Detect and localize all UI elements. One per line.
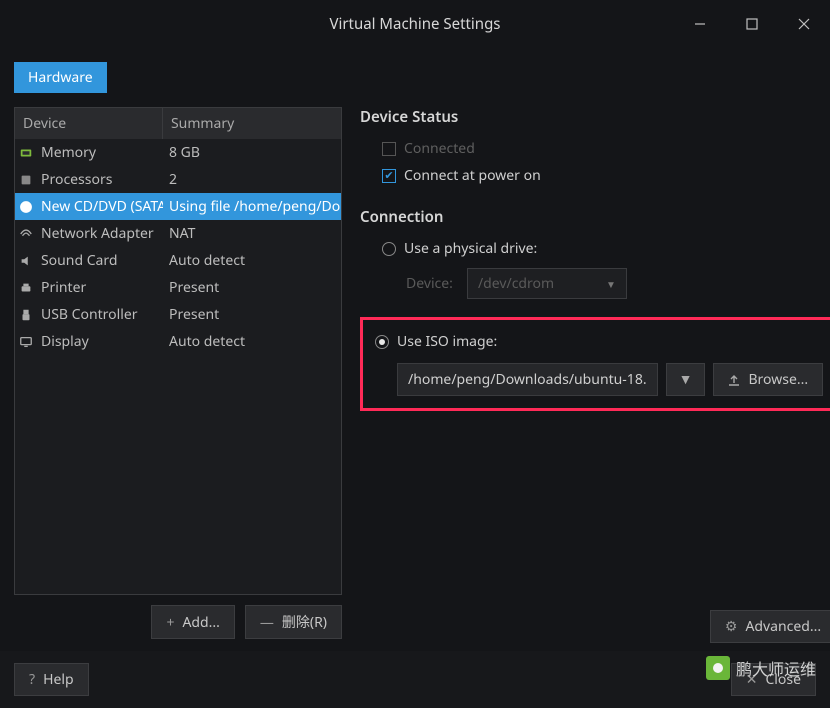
iso-path-dropdown[interactable]: ▼ (666, 363, 706, 396)
disc-icon (15, 200, 37, 214)
device-name: Network Adapter (37, 224, 163, 243)
device-row[interactable]: Memory8 GB (15, 139, 341, 166)
hardware-list-panel: Device Summary Memory8 GBProcessors2New … (14, 107, 342, 639)
content: Device Summary Memory8 GBProcessors2New … (0, 93, 830, 653)
device-row[interactable]: Network AdapterNAT (15, 220, 341, 247)
device-status-title: Device Status (360, 107, 830, 127)
remove-button[interactable]: — 删除(R) (245, 605, 342, 639)
device-row[interactable]: New CD/DVD (SATA)Using file /home/peng/D… (15, 193, 341, 220)
add-button-label: Add... (182, 613, 219, 632)
tab-hardware[interactable]: Hardware (14, 62, 107, 93)
window-title: Virtual Machine Settings (329, 14, 500, 34)
net-icon (15, 227, 37, 241)
help-button[interactable]: ? Help (14, 663, 89, 696)
iso-label: Use ISO image: (397, 332, 497, 351)
add-button[interactable]: + Add... (151, 605, 234, 639)
connected-row: Connected (360, 135, 830, 162)
table-header: Device Summary (15, 108, 341, 139)
close-icon (798, 18, 810, 30)
physical-drive-radio[interactable] (382, 242, 396, 256)
connection-section: Connection Use a physical drive: Device:… (360, 207, 830, 411)
device-summary: NAT (163, 224, 341, 243)
iso-path-input[interactable]: /home/peng/Downloads/ubuntu-18. (397, 363, 658, 396)
titlebar: Virtual Machine Settings (0, 0, 830, 48)
connect-power-label: Connect at power on (404, 166, 541, 185)
device-name: Sound Card (37, 251, 163, 270)
connect-power-row[interactable]: Connect at power on (360, 162, 830, 189)
help-icon: ? (29, 670, 35, 689)
iso-input-row: /home/peng/Downloads/ubuntu-18. ▼ Browse… (373, 355, 823, 396)
physical-device-dropdown: /dev/cdrom ▼ (467, 268, 627, 299)
physical-device-label: Device: (406, 274, 453, 293)
header-device[interactable]: Device (15, 108, 163, 139)
tab-row: Hardware (0, 48, 830, 93)
minimize-icon (694, 18, 706, 30)
cpu-icon (15, 173, 37, 187)
dialog-footer: ? Help ✕ Close (0, 651, 830, 708)
connected-label: Connected (404, 139, 475, 158)
device-summary: Present (163, 278, 341, 297)
device-row[interactable]: DisplayAuto detect (15, 328, 341, 355)
physical-drive-label: Use a physical drive: (404, 239, 537, 258)
table-actions: + Add... — 删除(R) (14, 605, 342, 639)
device-row[interactable]: USB ControllerPresent (15, 301, 341, 328)
connected-checkbox (382, 142, 396, 156)
device-summary: Auto detect (163, 332, 341, 351)
close-button[interactable]: ✕ Close (731, 663, 816, 696)
physical-device-subrow: Device: /dev/cdrom ▼ (360, 262, 830, 305)
device-summary: Using file /home/peng/Do (163, 197, 341, 216)
device-summary: 8 GB (163, 143, 341, 162)
device-row[interactable]: Processors2 (15, 166, 341, 193)
connect-power-checkbox[interactable] (382, 169, 396, 183)
device-name: Processors (37, 170, 163, 189)
browse-button[interactable]: Browse... (713, 363, 823, 396)
device-row[interactable]: Sound CardAuto detect (15, 247, 341, 274)
display-icon (15, 335, 37, 349)
upload-icon (728, 374, 740, 386)
gear-icon: ⚙ (725, 617, 738, 636)
connection-title: Connection (360, 207, 830, 227)
close-x-icon: ✕ (746, 670, 758, 689)
device-summary: 2 (163, 170, 341, 189)
physical-device-value: /dev/cdrom (478, 274, 554, 293)
device-row[interactable]: PrinterPresent (15, 274, 341, 301)
device-name: Memory (37, 143, 163, 162)
table-body: Memory8 GBProcessors2New CD/DVD (SATA)Us… (15, 139, 341, 355)
device-table: Device Summary Memory8 GBProcessors2New … (14, 107, 342, 595)
chevron-down-icon: ▼ (606, 277, 616, 291)
device-summary: Auto detect (163, 251, 341, 270)
maximize-button[interactable] (726, 0, 778, 48)
device-name: USB Controller (37, 305, 163, 324)
iso-highlight: Use ISO image: /home/peng/Downloads/ubun… (360, 317, 830, 411)
printer-icon (15, 281, 37, 295)
chip-icon (15, 146, 37, 160)
device-name: Printer (37, 278, 163, 297)
device-summary: Present (163, 305, 341, 324)
maximize-icon (746, 18, 758, 30)
device-name: New CD/DVD (SATA) (37, 197, 163, 216)
device-detail-panel: Device Status Connected Connect at power… (356, 107, 830, 639)
remove-button-label: 删除(R) (282, 612, 327, 632)
help-button-label: Help (43, 670, 74, 689)
close-button-label: Close (765, 670, 801, 689)
device-status-section: Device Status Connected Connect at power… (360, 107, 830, 189)
plus-icon: + (166, 613, 174, 632)
advanced-button-label: Advanced... (745, 617, 821, 636)
usb-icon (15, 308, 37, 322)
window-controls (674, 0, 830, 48)
sound-icon (15, 254, 37, 268)
minus-icon: — (260, 613, 274, 632)
minimize-button[interactable] (674, 0, 726, 48)
iso-radio-row[interactable]: Use ISO image: (373, 328, 823, 355)
right-actions: ⚙ Advanced... (710, 610, 830, 643)
iso-radio[interactable] (375, 335, 389, 349)
physical-drive-radio-row[interactable]: Use a physical drive: (360, 235, 830, 262)
browse-button-label: Browse... (748, 370, 808, 389)
advanced-button[interactable]: ⚙ Advanced... (710, 610, 830, 643)
device-name: Display (37, 332, 163, 351)
header-summary[interactable]: Summary (163, 108, 341, 139)
chevron-down-icon: ▼ (679, 370, 693, 389)
close-window-button[interactable] (778, 0, 830, 48)
